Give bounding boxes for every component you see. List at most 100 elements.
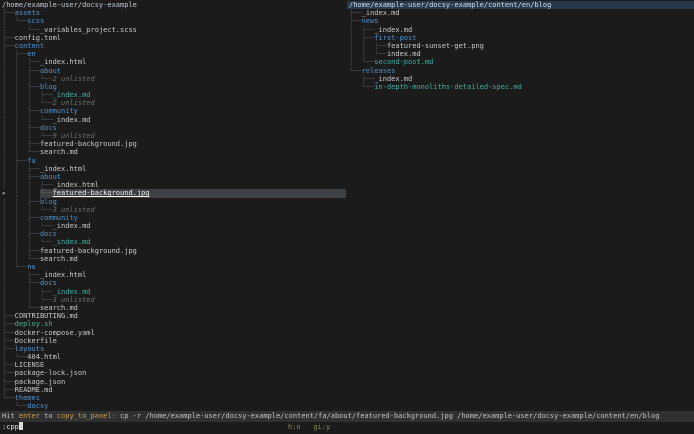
tree-row[interactable]: ├── _index.md xyxy=(349,75,694,83)
tree-row[interactable]: │ ├── _index.md xyxy=(349,26,694,34)
tree-row[interactable]: │ │ ├── community xyxy=(2,107,346,115)
tree-row[interactable]: │ └── 404.html xyxy=(2,353,346,361)
tree-row[interactable]: │ └── second-post.md xyxy=(349,58,694,66)
tree-row[interactable]: ├── package.json xyxy=(2,378,346,386)
tree-row[interactable]: │ │ │ └── 2 unlisted xyxy=(2,75,346,83)
tree-row[interactable]: │ │ ├── _index.md xyxy=(2,288,346,296)
tree-row[interactable]: │ │ │ └── 2 unlisted xyxy=(2,99,346,107)
tree-row[interactable]: ├── content xyxy=(2,42,346,50)
tree-row[interactable]: ▸ │ │ └──featured-background.jpg xyxy=(2,189,346,198)
directory-name: themes xyxy=(14,394,40,402)
selected-row-highlight[interactable]: └──featured-background.jpg xyxy=(39,189,346,198)
tree-row[interactable]: │ ├── en xyxy=(2,50,346,58)
status-enter-key: enter xyxy=(18,412,40,420)
tree-row[interactable]: │ │ │ └── 9 unlisted xyxy=(2,132,346,140)
tree-row[interactable]: └── releases xyxy=(349,67,694,75)
tree-branch-lines: ├── xyxy=(2,320,15,329)
tree-row[interactable]: ├── assets xyxy=(2,9,346,17)
tree-row[interactable]: │ │ ├── featured-background.jpg xyxy=(2,140,346,148)
tree-row[interactable]: │ │ ├── _index.html xyxy=(2,58,346,66)
tree-row[interactable]: │ │ │ ├── _index.md xyxy=(2,91,346,99)
tree-row[interactable]: │ │ │ └── _index.md xyxy=(2,222,346,230)
tree-row[interactable]: │ └── search.md xyxy=(2,304,346,312)
tree-row[interactable]: │ │ ├── featured-sunset-get.png xyxy=(349,42,694,50)
tree-row[interactable]: ├── config.toml xyxy=(2,34,346,42)
flag-hidden: h:n xyxy=(288,423,301,431)
directory-name: blog xyxy=(39,82,57,91)
command-input[interactable]: :cpp xyxy=(0,422,694,434)
directory-name: about xyxy=(39,66,62,75)
tree-row[interactable]: ├── Dockerfile xyxy=(2,337,346,345)
tree-row[interactable]: │ └── scss xyxy=(2,17,346,25)
tree-branch-lines: │ │ └── xyxy=(2,295,53,304)
tree-row[interactable]: │ │ ├── docs xyxy=(2,124,346,132)
tree-row[interactable]: │ │ └── 3 unlisted xyxy=(2,296,346,304)
directory-name: docs xyxy=(39,279,57,288)
tree-branch-lines: │ └── xyxy=(2,17,28,26)
tree-row[interactable]: │ │ ├── featured-background.jpg xyxy=(2,247,346,255)
tree-row[interactable]: └── docsy xyxy=(2,402,346,410)
tree-row[interactable]: │ │ ├── blog xyxy=(2,198,346,206)
tree-row[interactable]: ├── README.md xyxy=(2,386,346,394)
file-name: _variables_project.scss xyxy=(39,25,137,34)
tree-branch-lines: │ │ ├── xyxy=(2,82,40,91)
tree-row[interactable]: ├── docker-compose.yaml xyxy=(2,329,346,337)
tree-row[interactable]: │ │ ├── about xyxy=(2,173,346,181)
tree-row[interactable]: │ ├── fa xyxy=(2,157,346,165)
tree-row[interactable]: ├── layouts xyxy=(2,345,346,353)
tree-branch-lines: │ │ │ └── xyxy=(2,238,53,247)
file-name: _index.html xyxy=(39,271,87,280)
tree-row[interactable]: └── themes xyxy=(2,394,346,402)
tree-row[interactable]: │ ├── first-post xyxy=(349,34,694,42)
tree-branch-lines: ├── xyxy=(2,344,15,353)
tree-row[interactable]: │ └── _variables_project.scss xyxy=(2,26,346,34)
tree-branch-lines: │ │ ├── xyxy=(2,172,40,181)
tree-row[interactable]: └── in-depth-monoliths-detailed-spec.md xyxy=(349,83,694,91)
status-bar: Hit enter to copy_to_panel: cp -r /home/… xyxy=(0,411,694,422)
tree-row[interactable]: ├── package-lock.json xyxy=(2,369,346,377)
tree-row[interactable]: │ │ ├── _index.html xyxy=(2,165,346,173)
tree-row[interactable]: ├── LICENSE xyxy=(2,361,346,369)
tree-branch-lines: ├── xyxy=(349,74,375,83)
tree-branch-lines: │ ├── xyxy=(2,279,40,288)
tree-row[interactable]: │ ├── docs xyxy=(2,279,346,287)
tree-row[interactable]: │ │ └── search.md xyxy=(2,148,346,156)
directory-name: fa xyxy=(27,156,36,165)
tree-row[interactable]: │ │ ├── community xyxy=(2,214,346,222)
tree-row[interactable]: │ └── no xyxy=(2,263,346,271)
file-name: _index.md xyxy=(374,25,413,34)
left-panel-path: /home/example-user/docsy-example xyxy=(2,1,137,9)
tree-row[interactable]: │ │ │ └── 3 unlisted xyxy=(2,206,346,214)
tree-row[interactable]: ├── _index.md xyxy=(349,9,694,17)
tree-row[interactable]: ├── news xyxy=(349,17,694,25)
directory-name: releases xyxy=(361,66,396,75)
tree-row[interactable]: │ │ └── index.md xyxy=(349,50,694,58)
unlisted-count: 9 unlisted xyxy=(52,132,95,140)
tree-row[interactable]: │ │ │ └── _index.md xyxy=(2,238,346,246)
file-name: deploy.sh xyxy=(14,320,53,329)
tree-row[interactable]: ├── CONTRIBUTING.md xyxy=(2,312,346,320)
tree-row[interactable]: │ │ │ └── _index.md xyxy=(2,116,346,124)
directory-name: first-post xyxy=(374,33,417,42)
tree-row[interactable]: │ │ └── search.md xyxy=(2,255,346,263)
toggle-flags: h:n gi:y xyxy=(288,423,330,431)
directory-name: no xyxy=(27,263,36,271)
tree-row[interactable]: ├── deploy.sh xyxy=(2,320,346,328)
tree-branch-lines: └── xyxy=(349,66,362,75)
file-name: search.md xyxy=(39,254,78,263)
tree-branch-lines: └── xyxy=(2,394,15,402)
tree-branch-lines: │ └── xyxy=(2,303,40,312)
tree-row[interactable]: │ │ ├── docs xyxy=(2,230,346,238)
tree-branch-lines: ├── xyxy=(2,377,15,386)
tree-branch-lines: │ │ ├── xyxy=(2,140,40,149)
tree-branch-lines: │ │ ├── xyxy=(2,213,40,222)
tree-row[interactable]: │ │ ├── about xyxy=(2,67,346,75)
tree-row[interactable]: │ ├── _index.html xyxy=(2,271,346,279)
file-name: config.toml xyxy=(14,33,62,42)
tree-branch-lines: │ │ ├── xyxy=(2,66,40,75)
file-name: _index.md xyxy=(52,287,91,296)
directory-name: assets xyxy=(14,9,40,18)
tree-row[interactable]: │ │ │ ├── _index.html xyxy=(2,181,346,189)
tree-row[interactable]: │ │ ├── blog xyxy=(2,83,346,91)
status-verb: copy_to_panel: xyxy=(56,412,116,420)
